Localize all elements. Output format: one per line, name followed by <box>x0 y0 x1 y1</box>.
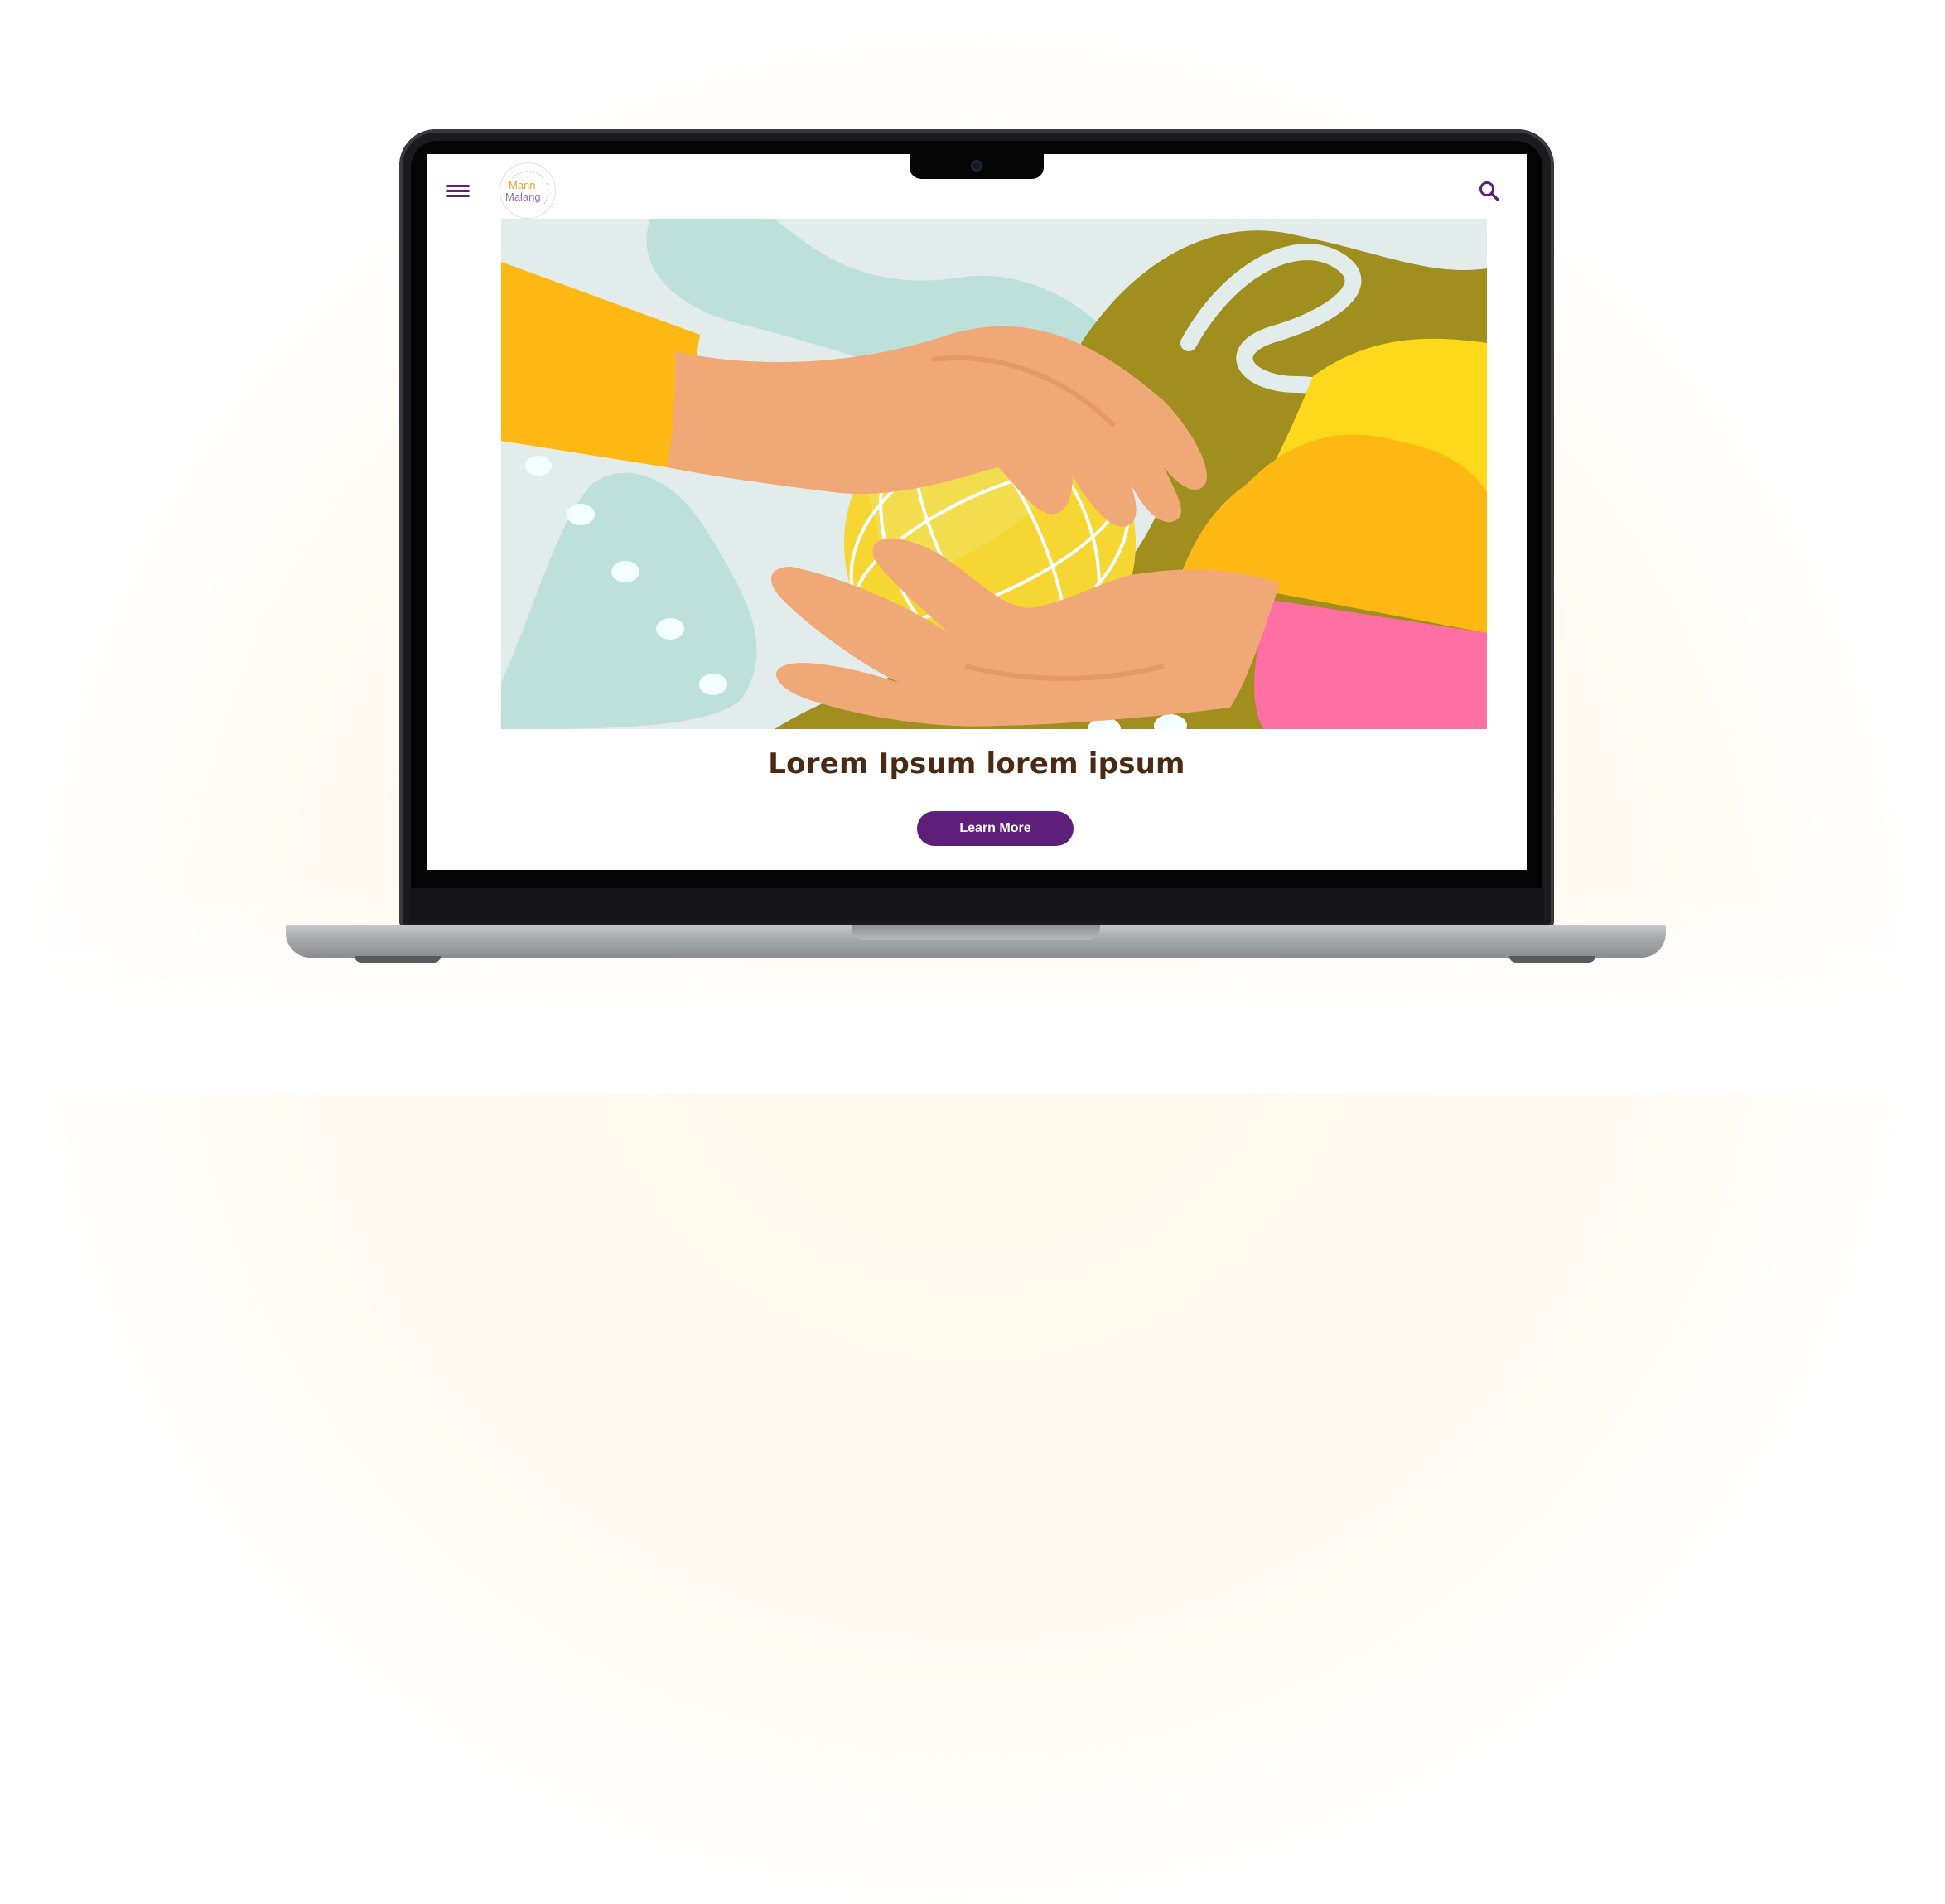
website-screen: Mann Malang Lorem Ipsum lorem ipsum Lear… <box>427 154 1527 870</box>
trackpad-lip <box>852 925 1100 940</box>
logo-text-bottom: Malang <box>505 191 541 203</box>
menu-bar <box>446 190 470 192</box>
camera-notch <box>910 152 1044 179</box>
laptop-foot-right <box>1509 956 1595 963</box>
learn-more-button[interactable]: Learn More <box>917 811 1074 846</box>
logo-text-top: Mann <box>509 179 536 191</box>
hands-globe-illustration <box>501 219 1487 729</box>
search-icon[interactable] <box>1477 179 1502 204</box>
camera-icon <box>971 160 982 172</box>
laptop-base <box>286 925 1666 958</box>
menu-bar <box>446 195 470 197</box>
laptop-chin <box>409 888 1544 921</box>
menu-bar <box>446 185 470 187</box>
laptop-foot-left <box>355 956 441 963</box>
hero-headline: Lorem Ipsum lorem ipsum <box>768 747 1185 780</box>
hamburger-menu-icon[interactable] <box>446 182 470 202</box>
hero-illustration <box>501 219 1487 729</box>
site-logo[interactable]: Mann Malang <box>500 162 556 219</box>
